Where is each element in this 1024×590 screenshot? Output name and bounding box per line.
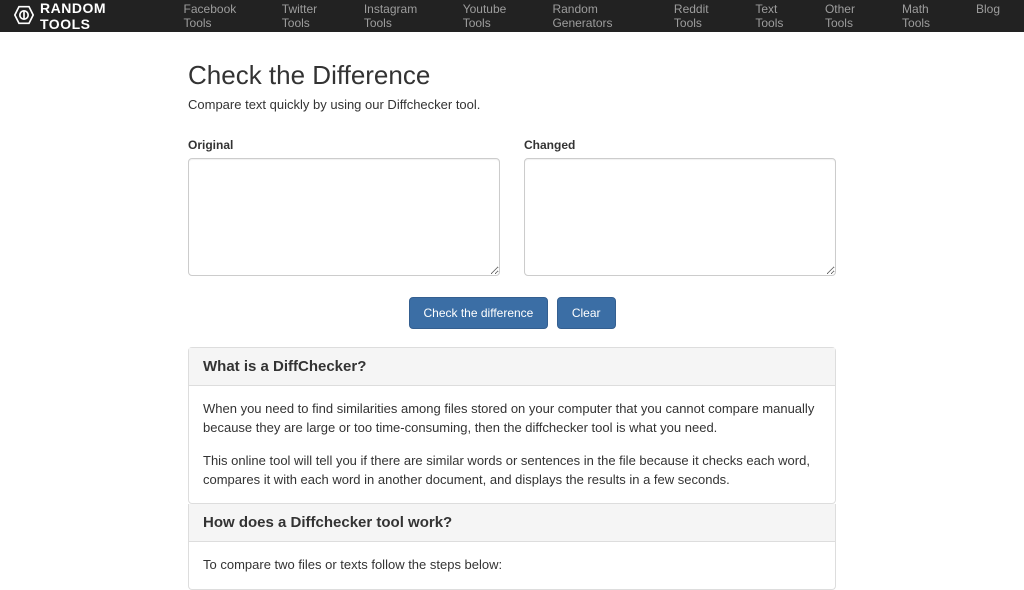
brand-link[interactable]: RANDOM TOOLS [14, 0, 154, 32]
nav-links: Facebook Tools Twitter Tools Instagram T… [174, 2, 1010, 30]
nav-blog[interactable]: Blog [966, 2, 1010, 30]
navbar: RANDOM TOOLS Facebook Tools Twitter Tool… [0, 0, 1024, 32]
panel-paragraph: To compare two files or texts follow the… [203, 556, 821, 575]
nav-math-tools[interactable]: Math Tools [892, 2, 966, 30]
clear-button[interactable]: Clear [557, 297, 616, 329]
compare-fields: Original Changed [188, 138, 836, 281]
brand-text: RANDOM TOOLS [40, 0, 154, 32]
panel-paragraph: This online tool will tell you if there … [203, 452, 821, 490]
changed-column: Changed [524, 138, 836, 281]
logo-icon [14, 5, 40, 28]
nav-reddit-tools[interactable]: Reddit Tools [664, 2, 745, 30]
panel-what-is: What is a DiffChecker? When you need to … [188, 347, 836, 504]
page-title: Check the Difference [188, 60, 836, 91]
nav-text-tools[interactable]: Text Tools [745, 2, 815, 30]
panel-heading: What is a DiffChecker? [189, 348, 835, 386]
original-column: Original [188, 138, 500, 281]
changed-label: Changed [524, 138, 836, 152]
panel-body: To compare two files or texts follow the… [189, 542, 835, 589]
check-difference-button[interactable]: Check the difference [409, 297, 549, 329]
main-container: Check the Difference Compare text quickl… [188, 32, 836, 590]
nav-random-generators[interactable]: Random Generators [542, 2, 663, 30]
panel-how-works: How does a Diffchecker tool work? To com… [188, 504, 836, 590]
nav-other-tools[interactable]: Other Tools [815, 2, 892, 30]
panel-body: When you need to find similarities among… [189, 386, 835, 503]
original-label: Original [188, 138, 500, 152]
nav-instagram-tools[interactable]: Instagram Tools [354, 2, 453, 30]
nav-facebook-tools[interactable]: Facebook Tools [174, 2, 272, 30]
panel-heading: How does a Diffchecker tool work? [189, 504, 835, 542]
action-buttons: Check the difference Clear [188, 297, 836, 329]
original-textarea[interactable] [188, 158, 500, 276]
nav-youtube-tools[interactable]: Youtube Tools [453, 2, 543, 30]
nav-twitter-tools[interactable]: Twitter Tools [272, 2, 354, 30]
panel-paragraph: When you need to find similarities among… [203, 400, 821, 438]
changed-textarea[interactable] [524, 158, 836, 276]
page-subtitle: Compare text quickly by using our Diffch… [188, 97, 836, 112]
